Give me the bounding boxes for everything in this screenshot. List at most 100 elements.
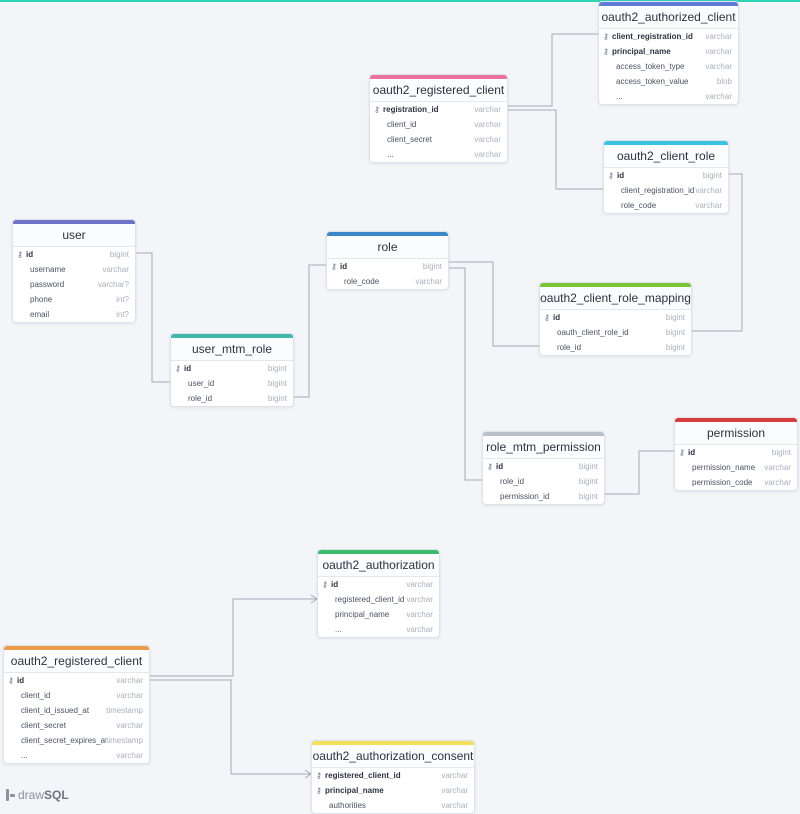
column-row[interactable]: email int? bbox=[13, 307, 135, 322]
column-row[interactable]: client_registration_id varchar bbox=[604, 183, 728, 198]
table-title[interactable]: permission bbox=[675, 422, 797, 445]
column-row[interactable]: ⚷ id bigint bbox=[483, 459, 604, 474]
column-type: bigint bbox=[267, 394, 287, 403]
table-user-mtm-role[interactable]: user_mtm_role ⚷ id bigint user_id bigint role_… bbox=[170, 333, 294, 407]
table-title[interactable]: oauth2_client_role bbox=[604, 145, 728, 168]
column-row[interactable]: ⚷ id bigint bbox=[675, 445, 797, 460]
relation-line bbox=[150, 598, 317, 677]
table-oauth2-authorization[interactable]: oauth2_authorization ⚷ id varchar registered… bbox=[317, 549, 440, 638]
column-row[interactable]: ⚷ id varchar bbox=[4, 673, 149, 688]
column-type: varchar bbox=[415, 277, 442, 286]
table-role[interactable]: role ⚷ id bigint role_code varchar bbox=[326, 231, 449, 290]
column-row[interactable]: ... varchar bbox=[4, 748, 149, 763]
table-oauth2-client-role-mapping[interactable]: oauth2_client_role_mapping ⚷ id bigint oauth… bbox=[539, 282, 692, 356]
column-row[interactable]: ⚷ principal_name varchar bbox=[599, 44, 738, 59]
column-type: int? bbox=[116, 295, 129, 304]
column-row[interactable]: ⚷ id bigint bbox=[171, 361, 293, 376]
column-name: principal_name bbox=[612, 47, 671, 56]
column-type: varchar bbox=[406, 595, 433, 604]
column-row[interactable]: ⚷ principal_name varchar bbox=[312, 783, 474, 798]
column-type: bigint bbox=[267, 379, 287, 388]
column-row[interactable]: ... varchar bbox=[318, 622, 439, 637]
column-type: bigint bbox=[665, 343, 685, 352]
table-oauth2-authorized-client[interactable]: oauth2_authorized_client ⚷ client_registra… bbox=[598, 1, 739, 105]
key-icon: ⚷ bbox=[603, 32, 609, 41]
relation-line bbox=[294, 264, 326, 398]
table-title[interactable]: user_mtm_role bbox=[171, 338, 293, 361]
table-title[interactable]: oauth2_client_role_mapping bbox=[540, 287, 691, 310]
column-row[interactable]: ⚷ client_registration_id varchar bbox=[599, 29, 738, 44]
column-row[interactable]: registered_client_id varchar bbox=[318, 592, 439, 607]
column-name: client_id bbox=[21, 691, 51, 700]
column-type: varchar bbox=[441, 771, 468, 780]
table-title[interactable]: role_mtm_permission bbox=[483, 436, 604, 459]
column-row[interactable]: client_secret varchar bbox=[370, 132, 507, 147]
column-row[interactable]: permission_code varchar bbox=[675, 475, 797, 490]
drawsql-logo: draw SQL bbox=[6, 788, 69, 802]
column-row[interactable]: access_token_type varchar bbox=[599, 59, 738, 74]
column-name: client_secret bbox=[21, 721, 66, 730]
column-name: permission_code bbox=[692, 478, 753, 487]
table-title[interactable]: oauth2_registered_client bbox=[4, 650, 149, 673]
table-user[interactable]: user ⚷ id bigint username varchar password varc… bbox=[12, 219, 136, 323]
column-row[interactable]: ⚷ registration_id varchar bbox=[370, 102, 507, 117]
column-row[interactable]: username varchar bbox=[13, 262, 135, 277]
column-row[interactable]: ⚷ registered_client_id varchar bbox=[312, 768, 474, 783]
relation-line bbox=[136, 252, 170, 383]
column-row[interactable]: ... varchar bbox=[370, 147, 507, 162]
key-icon: ⚷ bbox=[331, 262, 337, 271]
relation-line bbox=[508, 33, 598, 107]
table-permission[interactable]: permission ⚷ id bigint permission_name varcha… bbox=[674, 417, 798, 491]
column-row[interactable]: ⚷ id varchar bbox=[318, 577, 439, 592]
table-title[interactable]: role bbox=[327, 236, 448, 259]
table-role-mtm-permission[interactable]: role_mtm_permission ⚷ id bigint role_id bigin… bbox=[482, 431, 605, 505]
table-title[interactable]: oauth2_authorization_consent bbox=[312, 745, 474, 768]
table-title[interactable]: user bbox=[13, 224, 135, 247]
table-oauth2-registered-client-b[interactable]: oauth2_registered_client ⚷ id varchar client… bbox=[3, 645, 150, 764]
column-row[interactable]: client_id varchar bbox=[370, 117, 507, 132]
key-icon: ⚷ bbox=[322, 580, 328, 589]
column-type: varchar bbox=[441, 786, 468, 795]
column-row[interactable]: role_code varchar bbox=[327, 274, 448, 289]
column-row[interactable]: ... varchar bbox=[599, 89, 738, 104]
column-name: phone bbox=[30, 295, 53, 304]
column-row[interactable]: role_id bigint bbox=[540, 340, 691, 355]
column-name: id bbox=[331, 580, 339, 589]
table-title[interactable]: oauth2_registered_client bbox=[370, 79, 507, 102]
column-row[interactable]: client_secret varchar bbox=[4, 718, 149, 733]
column-row[interactable]: oauth_client_role_id bigint bbox=[540, 325, 691, 340]
column-row[interactable]: password varchar? bbox=[13, 277, 135, 292]
table-title[interactable]: oauth2_authorization bbox=[318, 554, 439, 577]
column-name: principal_name bbox=[335, 610, 390, 619]
column-type: varchar bbox=[705, 47, 732, 56]
column-type: varchar bbox=[705, 92, 732, 101]
column-row[interactable]: role_id bigint bbox=[483, 474, 604, 489]
column-row[interactable]: authorities varchar bbox=[312, 798, 474, 813]
column-name: id bbox=[617, 171, 625, 180]
column-row[interactable]: client_id varchar bbox=[4, 688, 149, 703]
column-name: registered_client_id bbox=[335, 595, 405, 604]
column-name: id bbox=[553, 313, 561, 322]
column-type: varchar bbox=[406, 625, 433, 634]
table-oauth2-authorization-consent[interactable]: oauth2_authorization_consent ⚷ registered_… bbox=[311, 740, 475, 814]
table-title[interactable]: oauth2_authorized_client bbox=[599, 6, 738, 29]
table-oauth2-client-role[interactable]: oauth2_client_role ⚷ id bigint client_regist… bbox=[603, 140, 729, 214]
column-name: id bbox=[26, 250, 34, 259]
column-row[interactable]: client_id_issued_at timestamp bbox=[4, 703, 149, 718]
column-row[interactable]: phone int? bbox=[13, 292, 135, 307]
column-row[interactable]: access_token_value blob bbox=[599, 74, 738, 89]
column-row[interactable]: client_secret_expires_at timestamp bbox=[4, 733, 149, 748]
column-row[interactable]: user_id bigint bbox=[171, 376, 293, 391]
table-oauth2-registered-client-a[interactable]: oauth2_registered_client ⚷ registration_id… bbox=[369, 74, 508, 163]
column-row[interactable]: role_code varchar bbox=[604, 198, 728, 213]
column-row[interactable]: role_id bigint bbox=[171, 391, 293, 406]
column-row[interactable]: permission_name varchar bbox=[675, 460, 797, 475]
drawsql-logo-icon bbox=[6, 789, 15, 801]
column-row[interactable]: ⚷ id bigint bbox=[327, 259, 448, 274]
column-row[interactable]: ⚷ id bigint bbox=[540, 310, 691, 325]
column-row[interactable]: permission_id bigint bbox=[483, 489, 604, 504]
key-icon: ⚷ bbox=[487, 462, 493, 471]
column-row[interactable]: ⚷ id bigint bbox=[13, 247, 135, 262]
column-row[interactable]: ⚷ id bigint bbox=[604, 168, 728, 183]
column-row[interactable]: principal_name varchar bbox=[318, 607, 439, 622]
